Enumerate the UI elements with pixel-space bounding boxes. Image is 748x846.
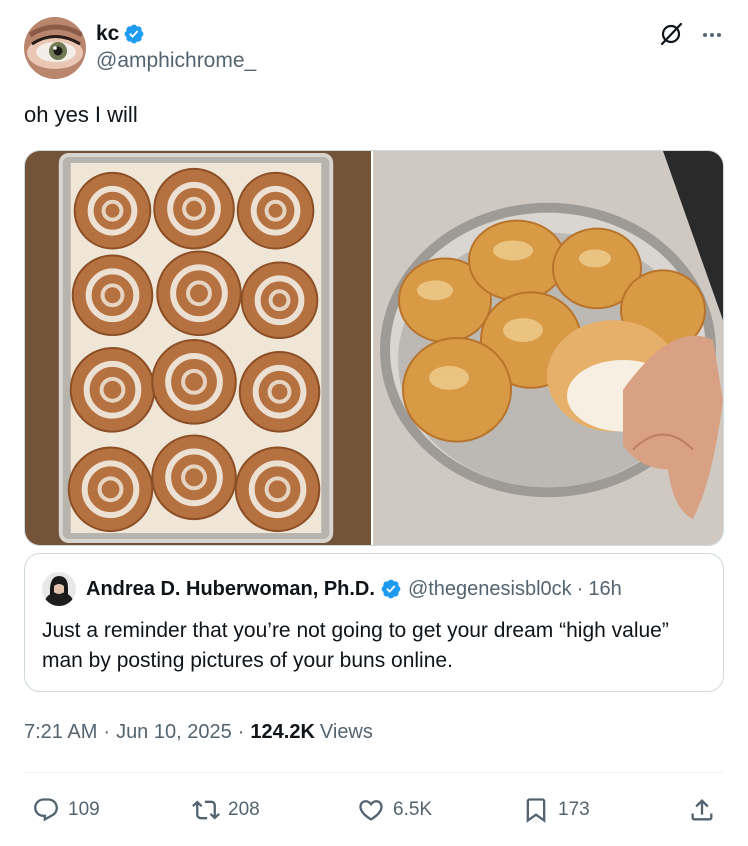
quote-handle[interactable]: @thegenesisbl0ck — [408, 578, 572, 601]
photo-dinner-rolls[interactable] — [373, 151, 723, 545]
bookmark-icon — [526, 798, 546, 823]
verified-badge-icon — [381, 579, 401, 599]
grok-icon[interactable] — [658, 21, 684, 47]
repost-count: 208 — [228, 799, 260, 820]
quote-text: Just a reminder that you’re not going to… — [42, 619, 669, 672]
author-display-name[interactable]: kc — [96, 22, 119, 46]
views-label: Views — [319, 721, 373, 743]
like-icon — [359, 800, 383, 821]
share-icon — [691, 799, 713, 821]
tweet-header: kc @amphichrome_ — [24, 17, 724, 79]
action-bar: 109 208 6.5K 173 — [24, 790, 724, 830]
bookmark-count: 173 — [558, 799, 590, 820]
like-button[interactable]: 6.5K — [357, 790, 432, 830]
quote-tweet[interactable]: Andrea D. Huberwoman, Ph.D. @thegenesisb… — [24, 553, 724, 692]
author-names: kc @amphichrome_ — [96, 21, 256, 73]
quote-header: Andrea D. Huberwoman, Ph.D. @thegenesisb… — [42, 572, 622, 606]
views-count: 124.2K — [250, 721, 315, 743]
bookmark-button[interactable]: 173 — [522, 790, 590, 830]
tweet-meta: 7:21 AM · Jun 10, 2025 · 124.2K Views — [24, 721, 373, 744]
verified-badge-icon — [124, 24, 144, 44]
reply-count: 109 — [68, 799, 100, 820]
divider — [24, 772, 724, 773]
tweet-text: oh yes I will — [24, 102, 138, 127]
like-count: 6.5K — [393, 799, 433, 820]
quote-avatar[interactable] — [42, 572, 76, 606]
tweet-time[interactable]: 7:21 AM — [24, 721, 97, 744]
more-icon[interactable] — [700, 23, 724, 47]
quote-time[interactable]: 16h — [588, 578, 621, 601]
photo-cinnamon-rolls[interactable] — [25, 151, 373, 545]
quote-display-name[interactable]: Andrea D. Huberwoman, Ph.D. — [86, 578, 375, 601]
meta-separator: · — [103, 721, 111, 743]
reply-button[interactable]: 109 — [32, 790, 100, 830]
repost-button[interactable]: 208 — [192, 790, 260, 830]
quote-separator: · — [576, 577, 584, 600]
share-button[interactable] — [688, 790, 724, 830]
reply-icon — [34, 798, 58, 822]
avatar[interactable] — [24, 17, 86, 79]
meta-separator: · — [237, 721, 245, 743]
media-grid — [24, 150, 724, 546]
tweet-date[interactable]: Jun 10, 2025 — [116, 721, 232, 744]
repost-icon — [192, 800, 220, 820]
author-handle[interactable]: @amphichrome_ — [96, 49, 256, 73]
